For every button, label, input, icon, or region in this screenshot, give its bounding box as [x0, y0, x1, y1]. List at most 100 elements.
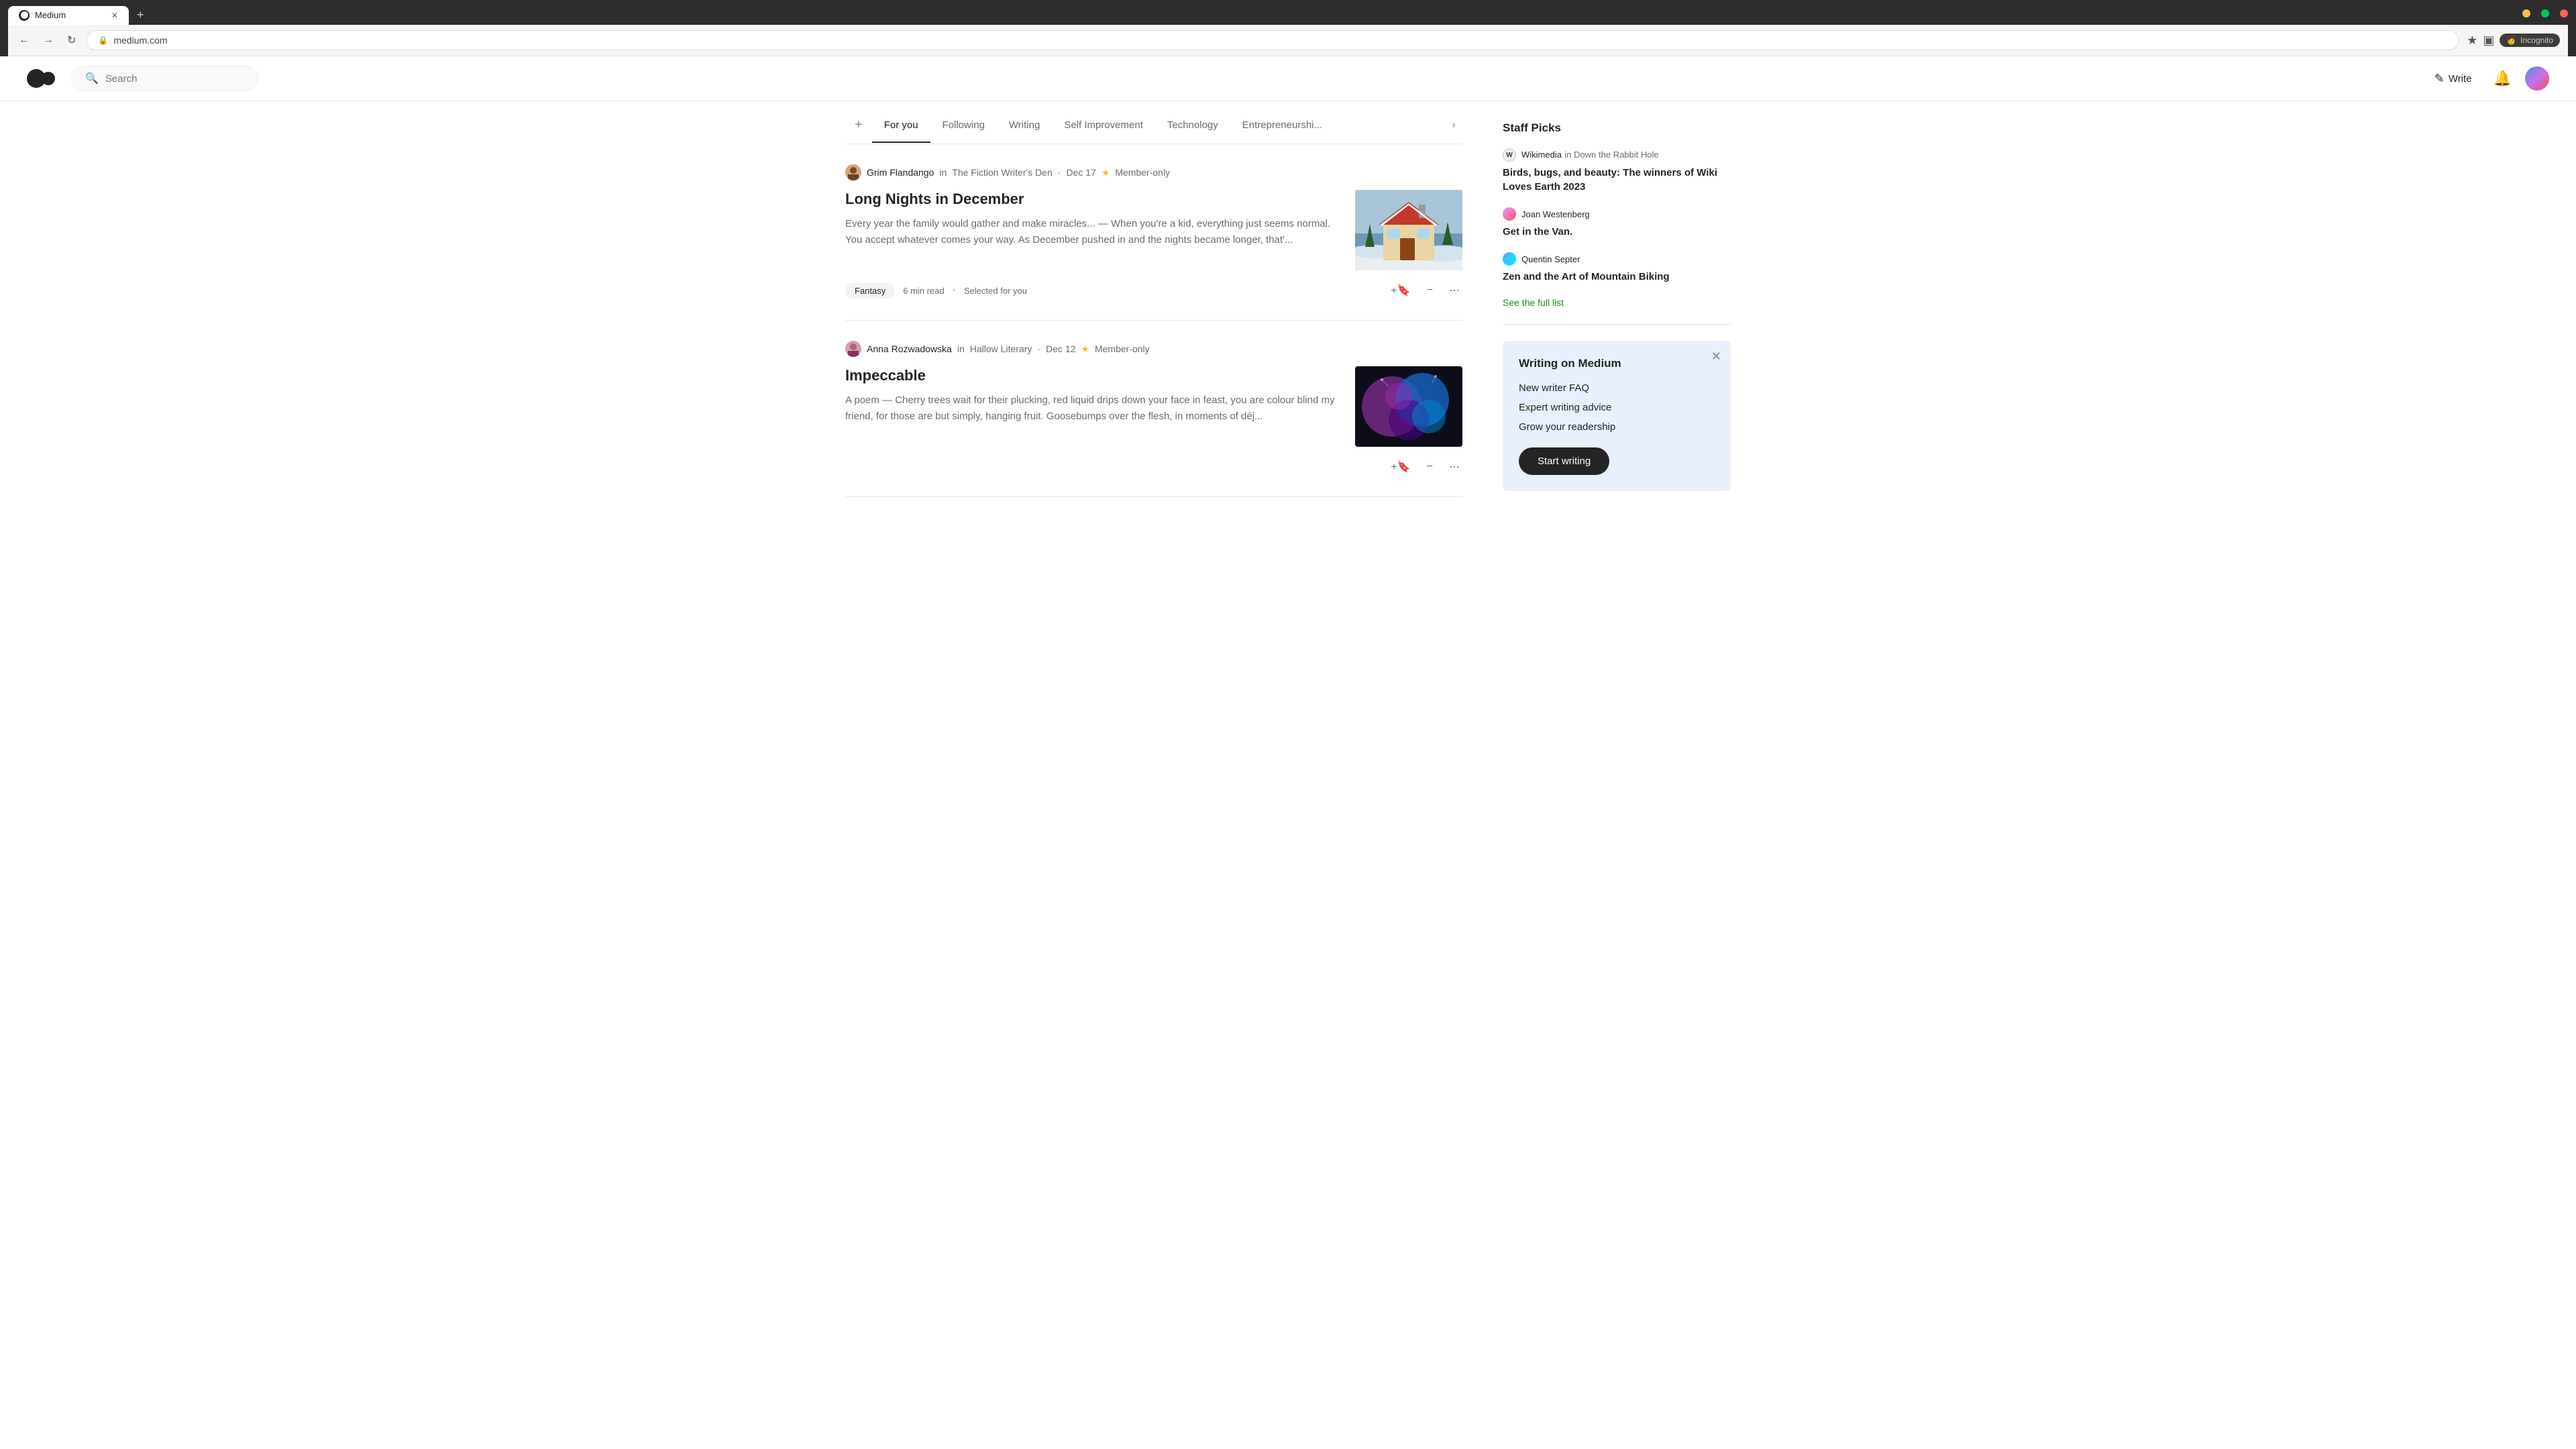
more-options-button[interactable]: ⋯ [1446, 458, 1462, 476]
add-topic-button[interactable]: + [845, 112, 872, 144]
article-title[interactable]: Long Nights in December [845, 190, 1339, 209]
staff-pick-title[interactable]: Zen and the Art of Mountain Biking [1503, 270, 1731, 284]
search-bar[interactable]: 🔍 [71, 66, 259, 91]
publication-name[interactable]: Hallow Literary [970, 343, 1032, 354]
incognito-badge: 🧑 Incognito [2500, 34, 2560, 47]
staff-pick-author-name: Wikimedia [1521, 150, 1562, 160]
article-date: Dec 17 [1066, 167, 1095, 178]
article-excerpt: A poem — Cherry trees wait for their plu… [845, 392, 1339, 425]
dislike-button[interactable]: − [1424, 282, 1436, 299]
staff-pick-author-name: Joan Westenberg [1521, 209, 1590, 219]
author-name[interactable]: Anna Rozwadowska [867, 343, 952, 354]
forward-btn[interactable]: → [40, 32, 56, 49]
staff-pick-title[interactable]: Get in the Van. [1503, 225, 1731, 239]
browser-toolbar: ← → ↻ 🔒 medium.com ★ ▣ 🧑 Incognito [8, 25, 2568, 56]
staff-pick-item[interactable]: Joan Westenberg Get in the Van. [1503, 207, 1731, 239]
article-card: Grim Flandango in The Fiction Writer's D… [845, 144, 1462, 321]
separator: · [1037, 343, 1040, 354]
selected-label: Selected for you [964, 286, 1027, 296]
sidebar-divider [1503, 324, 1731, 325]
article-excerpt: Every year the family would gather and m… [845, 216, 1339, 248]
address-bar[interactable]: 🔒 medium.com [87, 30, 2459, 50]
start-writing-button[interactable]: Start writing [1519, 447, 1609, 475]
author-avatar [845, 164, 861, 180]
tab-technology[interactable]: Technology [1155, 114, 1230, 143]
search-input[interactable] [105, 73, 245, 85]
author-name[interactable]: Grim Flandango [867, 167, 934, 178]
tab-following[interactable]: Following [930, 114, 997, 143]
expert-writing-advice-link[interactable]: Expert writing advice [1519, 402, 1715, 413]
more-topics-button[interactable]: › [1446, 114, 1462, 142]
article-tag[interactable]: Fantasy [845, 283, 895, 299]
notifications-button[interactable]: 🔔 [2493, 70, 2512, 87]
article-card: Anna Rozwadowska in Hallow Literary · De… [845, 321, 1462, 497]
staff-pick-author-info: Wikimedia in Down the Rabbit Hole [1521, 149, 1659, 161]
new-writer-faq-link[interactable]: New writer FAQ [1519, 382, 1715, 394]
article-meta: Anna Rozwadowska in Hallow Literary · De… [845, 341, 1462, 357]
article-meta: Grim Flandango in The Fiction Writer's D… [845, 164, 1462, 180]
in-label: in [957, 343, 965, 354]
browser-tab-bar: Medium ✕ + [8, 5, 2568, 25]
browser-chrome: Medium ✕ + ← → ↻ 🔒 medium.com ★ ▣ 🧑 Inco… [0, 0, 2576, 56]
article-date: Dec 12 [1046, 343, 1075, 354]
footer-separator: · [953, 284, 956, 297]
medium-logo[interactable] [27, 69, 55, 88]
write-icon: ✎ [2434, 72, 2445, 86]
staff-pick-item[interactable]: Quentin Septer Zen and the Art of Mounta… [1503, 252, 1731, 284]
star-icon[interactable]: ★ [2467, 34, 2477, 48]
dislike-button[interactable]: − [1424, 458, 1436, 476]
article-content: Long Nights in December Every year the f… [845, 190, 1339, 248]
see-full-list-link[interactable]: See the full list [1503, 297, 1731, 308]
incognito-label: Incognito [2520, 36, 2553, 45]
staff-pick-title[interactable]: Birds, bugs, and beauty: The winners of … [1503, 166, 1731, 194]
staff-pick-author: W Wikimedia in Down the Rabbit Hole [1503, 148, 1731, 162]
article-content: Impeccable A poem — Cherry trees wait fo… [845, 366, 1339, 425]
tab-self-improvement[interactable]: Self Improvement [1052, 114, 1155, 143]
tab-close-btn[interactable]: ✕ [111, 11, 118, 20]
article-actions: +🔖 − ⋯ [1388, 281, 1462, 300]
bookmark-button[interactable]: +🔖 [1388, 458, 1413, 476]
minimize-btn[interactable] [2522, 9, 2530, 17]
more-options-button[interactable]: ⋯ [1446, 281, 1462, 300]
writing-card-close-button[interactable]: ✕ [1711, 350, 1721, 362]
new-tab-btn[interactable]: + [131, 5, 150, 25]
member-label: Member-only [1095, 343, 1150, 354]
maximize-btn[interactable] [2541, 9, 2549, 17]
staff-pick-avatar [1503, 252, 1516, 266]
read-time: 6 min read [903, 286, 944, 296]
feed-nav: + For you Following Writing Self Improve… [845, 101, 1462, 144]
writing-on-medium-card: ✕ Writing on Medium New writer FAQ Exper… [1503, 341, 1731, 491]
in-label: in [939, 167, 947, 178]
article-thumbnail[interactable] [1355, 190, 1462, 270]
tab-writing[interactable]: Writing [997, 114, 1052, 143]
reload-btn[interactable]: ↻ [64, 31, 78, 50]
publication-name[interactable]: The Fiction Writer's Den [952, 167, 1052, 178]
window-controls [2522, 9, 2568, 21]
avatar[interactable] [2525, 66, 2549, 91]
toolbar-actions: ★ ▣ 🧑 Incognito [2467, 34, 2560, 48]
browser-tab-medium[interactable]: Medium ✕ [8, 6, 129, 25]
feed-section: + For you Following Writing Self Improve… [845, 101, 1462, 497]
bookmark-button[interactable]: +🔖 [1388, 281, 1413, 300]
staff-pick-item[interactable]: W Wikimedia in Down the Rabbit Hole Bird… [1503, 148, 1731, 194]
pick-publication: Down the Rabbit Hole [1574, 150, 1658, 160]
separator: · [1058, 167, 1061, 178]
member-label: Member-only [1115, 167, 1170, 178]
article-body: Long Nights in December Every year the f… [845, 190, 1462, 270]
sidebar-icon[interactable]: ▣ [2483, 34, 2494, 48]
lock-icon: 🔒 [98, 36, 108, 45]
logo-circle-small [42, 72, 55, 85]
grow-readership-link[interactable]: Grow your readership [1519, 421, 1715, 433]
tab-for-you[interactable]: For you [872, 114, 930, 143]
tab-entrepreneurship[interactable]: Entrepreneurshi... [1230, 114, 1334, 143]
staff-pick-author-name: Quentin Septer [1521, 254, 1580, 264]
header-right: ✎ Write 🔔 [2426, 66, 2549, 91]
write-button[interactable]: ✎ Write [2426, 68, 2480, 90]
author-avatar [845, 341, 861, 357]
writing-card-title: Writing on Medium [1519, 357, 1715, 370]
article-title[interactable]: Impeccable [845, 366, 1339, 386]
back-btn[interactable]: ← [16, 32, 32, 49]
logo-circles [27, 69, 55, 88]
close-btn[interactable] [2560, 9, 2568, 17]
article-thumbnail[interactable] [1355, 366, 1462, 447]
